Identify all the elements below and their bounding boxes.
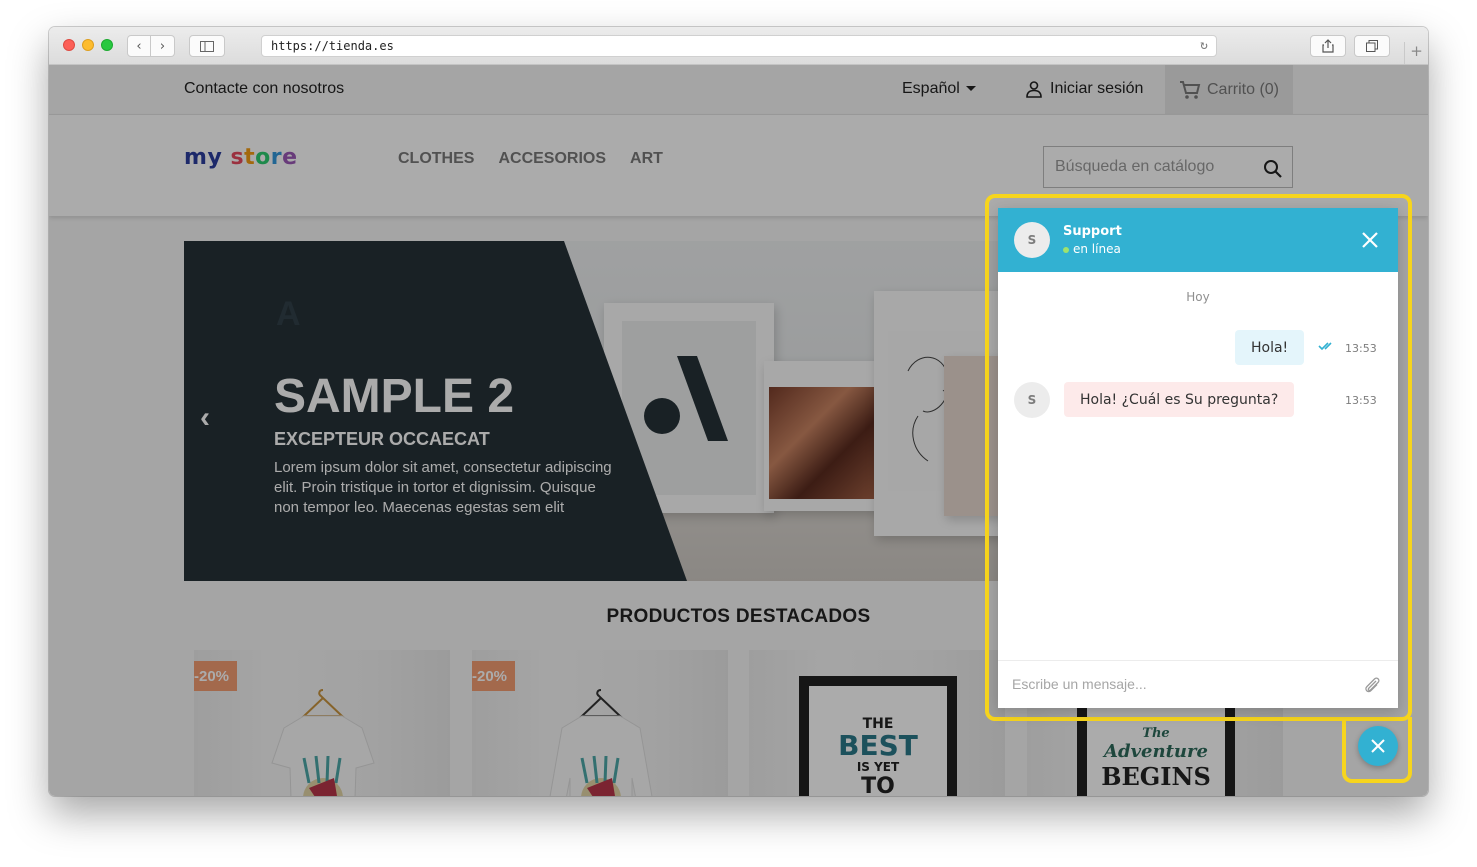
message-input[interactable] [1012, 676, 1342, 692]
message-time: 13:53 [1345, 342, 1377, 355]
double-check-icon [1318, 342, 1332, 351]
close-window-icon[interactable] [63, 39, 75, 51]
back-button[interactable]: ‹ [127, 35, 151, 57]
browser-toolbar: ‹ › https://tienda.es ↻ + [49, 27, 1428, 65]
status-label: en línea [1073, 242, 1121, 256]
sidebar-toggle-button[interactable] [189, 35, 225, 57]
tabs-overview-button[interactable] [1354, 35, 1390, 57]
reload-icon[interactable]: ↻ [1200, 38, 1208, 53]
sidebar-icon [200, 40, 214, 52]
address-bar[interactable]: https://tienda.es ↻ [261, 35, 1217, 57]
close-icon[interactable] [1360, 230, 1380, 250]
new-tab-button[interactable]: + [1404, 42, 1428, 64]
paperclip-icon[interactable] [1362, 675, 1382, 695]
chat-toggle-button[interactable] [1358, 726, 1398, 766]
share-button[interactable] [1310, 35, 1346, 57]
incoming-message: Hola! ¿Cuál es Su pregunta? [1064, 382, 1295, 417]
outgoing-message: Hola! [1235, 330, 1305, 365]
agent-status: en línea [1063, 242, 1121, 256]
forward-button[interactable]: › [151, 35, 175, 57]
share-icon [1322, 39, 1334, 53]
online-dot-icon [1063, 246, 1069, 253]
agent-name: Support [1063, 224, 1122, 239]
agent-avatar: S [1014, 222, 1050, 258]
chat-header: S Support en línea [998, 208, 1398, 272]
maximize-window-icon[interactable] [101, 39, 113, 51]
message-time: 13:53 [1345, 394, 1377, 407]
minimize-window-icon[interactable] [82, 39, 94, 51]
highlight-join [1346, 715, 1408, 723]
chat-widget: S Support en línea Hoy Hola! 13:53 S Hol… [998, 208, 1398, 708]
url-text: https://tienda.es [271, 39, 394, 53]
close-icon [1371, 739, 1385, 753]
chat-composer [998, 660, 1398, 708]
day-separator: Hoy [1186, 290, 1210, 304]
tabs-icon [1366, 40, 1378, 52]
agent-avatar: S [1014, 382, 1050, 418]
